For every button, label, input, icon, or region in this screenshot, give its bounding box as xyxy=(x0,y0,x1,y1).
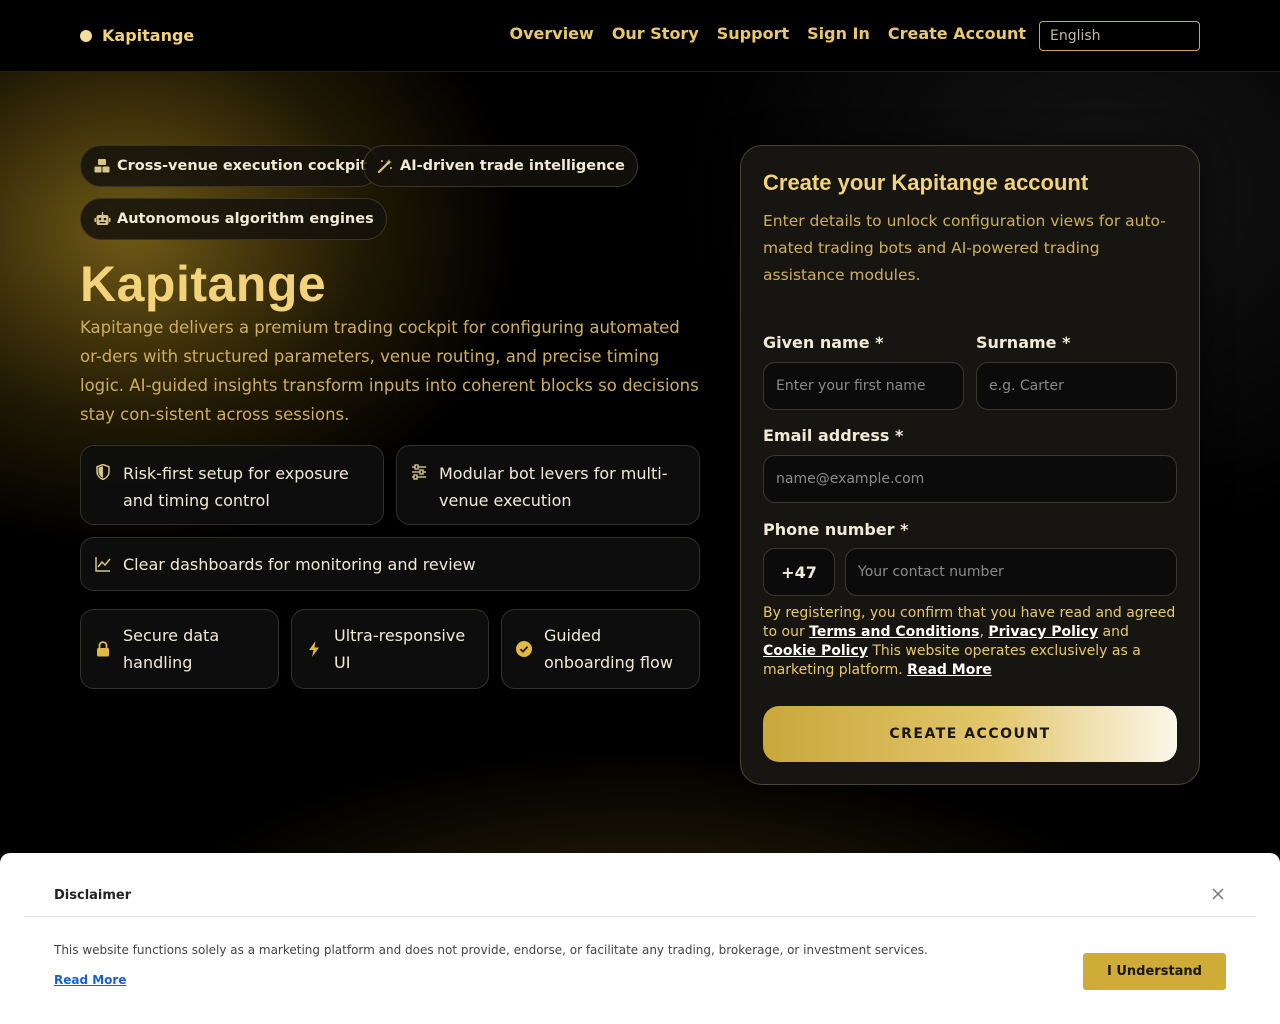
nav-sign-in[interactable]: Sign In xyxy=(807,24,870,43)
chip-ai-intelligence: AI-driven trade intelligence xyxy=(363,145,638,187)
lock-icon xyxy=(93,639,113,659)
main-nav: Overview Our Story Support Sign In Creat… xyxy=(509,24,1026,43)
nav-support[interactable]: Support xyxy=(717,24,789,43)
privacy-link[interactable]: Privacy Policy xyxy=(988,624,1098,640)
i-understand-button[interactable]: I Understand xyxy=(1083,953,1226,990)
shield-icon xyxy=(93,462,113,482)
create-account-button[interactable]: CREATE ACCOUNT xyxy=(763,706,1177,762)
check-circle-icon xyxy=(514,639,534,659)
top-header: Kapitange Overview Our Story Support Sig… xyxy=(0,0,1280,72)
disclaimer-text: This website functions solely as a marke… xyxy=(54,943,928,957)
nav-our-story[interactable]: Our Story xyxy=(612,24,699,43)
feature-label: Modular bot levers for multi-venue execu… xyxy=(439,464,668,510)
surname-input[interactable] xyxy=(976,362,1177,410)
brand[interactable]: Kapitange xyxy=(80,26,194,45)
surname-label: Surname * xyxy=(976,333,1071,352)
nav-create-account[interactable]: Create Account xyxy=(888,24,1026,43)
hero-title: Kapitange xyxy=(80,256,327,312)
highlight-label: Secure data handling xyxy=(123,626,220,672)
feature-label: Risk-first setup for exposure and timing… xyxy=(123,464,349,510)
highlight-label: Guided onboarding flow xyxy=(544,626,673,672)
phone-prefix-select[interactable]: +47 xyxy=(763,548,835,596)
hero-description: Kapitange delivers a premium trading coc… xyxy=(80,318,699,424)
disclaimer-read-more-link[interactable]: Read More xyxy=(54,973,127,987)
phone-input[interactable] xyxy=(845,548,1177,596)
email-label: Email address * xyxy=(763,426,904,445)
form-title: Create your Kapitange account xyxy=(763,170,1089,195)
disclaimer-divider xyxy=(24,916,1256,917)
highlight-onboarding: Guided onboarding flow xyxy=(501,609,700,689)
given-name-input[interactable] xyxy=(763,362,964,410)
highlight-responsive-ui: Ultra-responsive UI xyxy=(291,609,489,689)
brand-dot-icon xyxy=(80,29,92,42)
cookie-link[interactable]: Cookie Policy xyxy=(763,643,868,659)
email-input[interactable] xyxy=(763,455,1177,503)
feature-label: Clear dashboards for monitoring and revi… xyxy=(123,554,476,574)
terms-read-more-link[interactable]: Read More xyxy=(907,662,992,678)
sliders-icon xyxy=(409,462,429,482)
given-name-label: Given name * xyxy=(763,333,884,352)
disclaimer-banner: Disclaimer This website functions solely… xyxy=(0,853,1280,1024)
chip-autonomous-engines: Autonomous algorithm engines xyxy=(80,198,387,240)
chip-label: Autonomous algorithm engines xyxy=(117,211,374,227)
chip-label: Cross-venue execution cockpit xyxy=(117,158,368,174)
brand-name: Kapitange xyxy=(102,26,195,45)
form-description: Enter details to unlock configuration vi… xyxy=(763,212,1166,284)
chart-line-icon xyxy=(93,554,113,574)
terms-text: By registering, you confirm that you hav… xyxy=(763,605,1176,678)
lightning-icon xyxy=(304,639,324,659)
terms-link[interactable]: Terms and Conditions xyxy=(809,624,979,640)
feature-card-risk: Risk-first setup for exposure and timing… xyxy=(80,445,384,525)
chip-label: AI-driven trade intelligence xyxy=(400,158,625,174)
robot-icon xyxy=(93,210,111,228)
chip-cross-venue: Cross-venue execution cockpit xyxy=(80,145,381,187)
magic-wand-icon xyxy=(376,157,394,175)
feature-card-dashboards: Clear dashboards for monitoring and revi… xyxy=(80,537,700,591)
cubes-icon xyxy=(93,157,111,175)
nav-overview[interactable]: Overview xyxy=(509,24,593,43)
highlight-secure-data: Secure data handling xyxy=(80,609,279,689)
phone-label: Phone number * xyxy=(763,520,909,539)
signup-form: Create your Kapitange account Enter deta… xyxy=(740,145,1200,785)
close-icon[interactable] xyxy=(1208,884,1228,904)
disclaimer-title: Disclaimer xyxy=(54,888,132,903)
highlight-label: Ultra-responsive UI xyxy=(334,626,466,672)
language-select[interactable]: English xyxy=(1039,21,1200,51)
feature-card-modular: Modular bot levers for multi-venue execu… xyxy=(396,445,700,525)
